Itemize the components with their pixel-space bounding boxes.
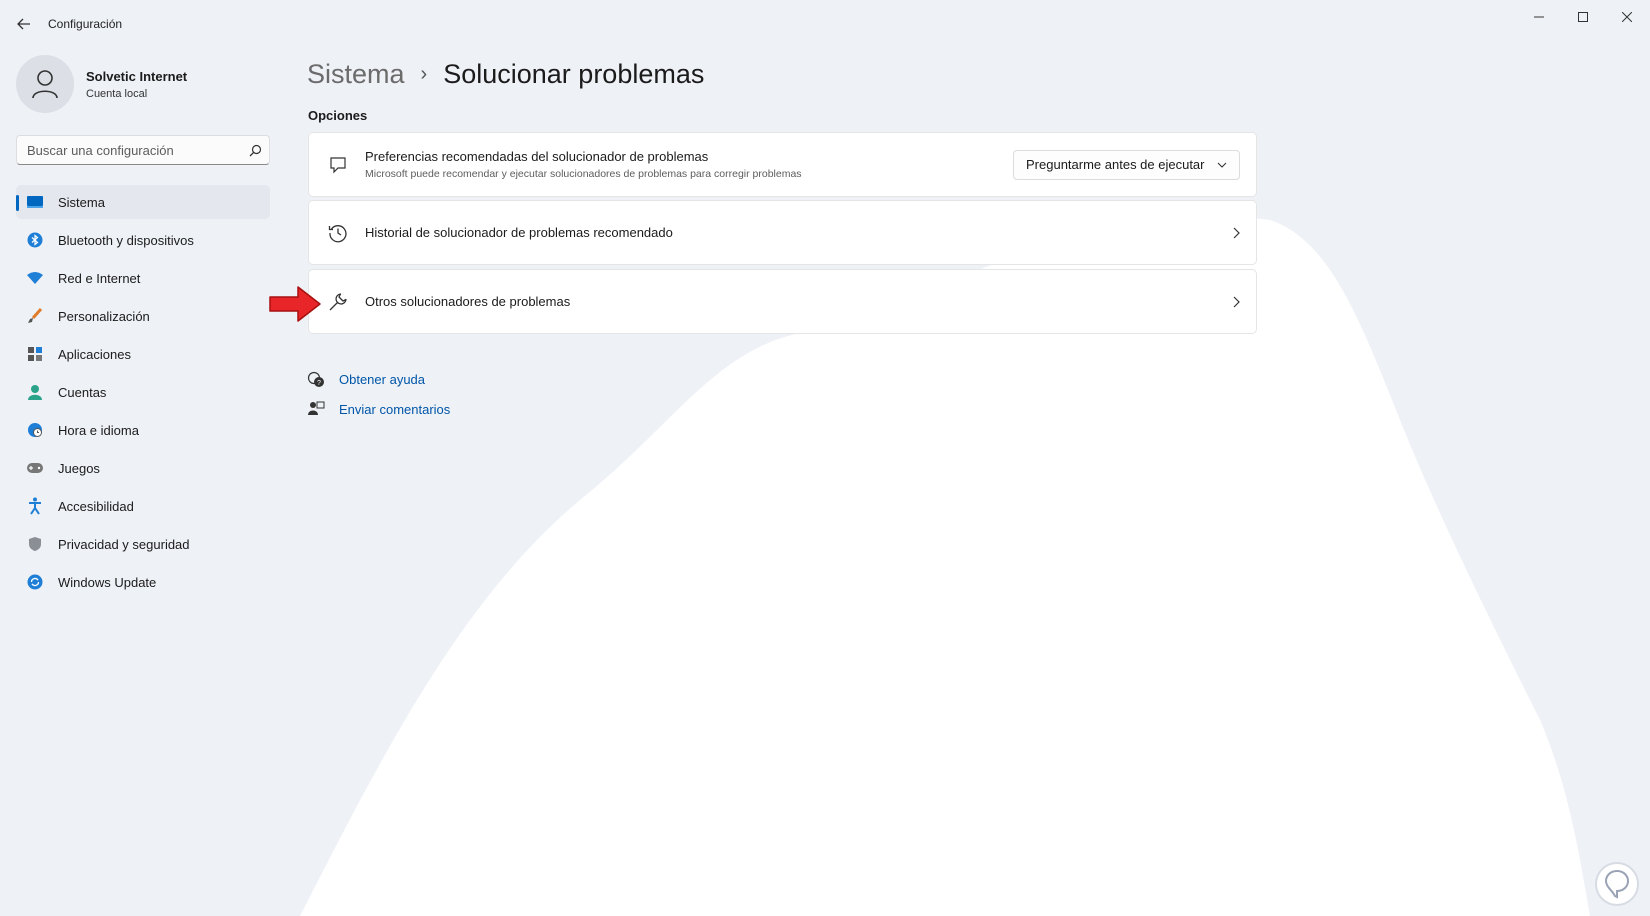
watermark-logo [1595, 862, 1639, 906]
accessibility-icon [26, 497, 44, 515]
maximize-icon [1578, 12, 1588, 22]
sidebar-item-red[interactable]: Red e Internet [16, 261, 270, 295]
card-description: Microsoft puede recomendar y ejecutar so… [365, 168, 802, 180]
globe-clock-icon [26, 421, 44, 439]
sidebar-item-label: Hora e idioma [58, 422, 139, 438]
shield-icon [26, 535, 44, 553]
send-feedback-link[interactable]: Enviar comentarios [307, 394, 450, 424]
sidebar-item-label: Sistema [58, 194, 105, 210]
chevron-right-icon [1216, 227, 1256, 239]
sidebar-item-juegos[interactable]: Juegos [16, 451, 270, 485]
apps-icon [26, 345, 44, 363]
card-title: Otros solucionadores de problemas [365, 294, 571, 309]
avatar [16, 55, 74, 113]
sidebar-item-cuentas[interactable]: Cuentas [16, 375, 270, 409]
sidebar-item-accesibilidad[interactable]: Accesibilidad [16, 489, 270, 523]
breadcrumb: Sistema › Solucionar problemas [307, 54, 704, 94]
feedback-icon [307, 400, 329, 418]
card-title: Historial de solucionador de problemas r… [365, 225, 673, 240]
update-icon [26, 573, 44, 591]
minimize-icon [1534, 16, 1544, 18]
get-help-label[interactable]: Obtener ayuda [339, 372, 425, 387]
history-icon [313, 223, 363, 243]
accounts-icon [26, 383, 44, 401]
troubleshooter-preference-dropdown[interactable]: Preguntarme antes de ejecutar [1013, 149, 1240, 180]
gamepad-icon [26, 459, 44, 477]
back-button[interactable] [12, 12, 36, 36]
system-icon [26, 193, 44, 211]
sidebar-item-label: Cuentas [58, 384, 107, 400]
get-help-link[interactable]: ? Obtener ayuda [307, 364, 450, 394]
sidebar-item-label: Accesibilidad [58, 498, 134, 514]
close-icon [1622, 12, 1632, 22]
card-other-troubleshooters[interactable]: Otros solucionadores de problemas [308, 269, 1257, 334]
sidebar-item-aplicaciones[interactable]: Aplicaciones [16, 337, 270, 371]
page-title: Solucionar problemas [443, 58, 705, 89]
chat-bubble-icon [313, 156, 363, 174]
breadcrumb-parent[interactable]: Sistema [307, 59, 405, 90]
sidebar-item-bluetooth[interactable]: Bluetooth y dispositivos [16, 223, 270, 257]
sidebar-item-windows-update[interactable]: Windows Update [16, 565, 270, 599]
user-profile[interactable]: Solvetic Internet Cuenta local [16, 55, 187, 113]
send-feedback-label[interactable]: Enviar comentarios [339, 402, 450, 417]
help-icon: ? [307, 370, 329, 388]
title-bar: Configuración [0, 0, 1650, 48]
search-icon[interactable] [241, 144, 269, 157]
profile-name: Solvetic Internet [86, 68, 188, 84]
brush-icon [26, 307, 44, 325]
close-button[interactable] [1604, 0, 1650, 34]
help-links: ? Obtener ayuda Enviar comentarios [307, 364, 450, 424]
sidebar-item-personalizacion[interactable]: Personalización [16, 299, 270, 333]
card-troubleshooter-history[interactable]: Historial de solucionador de problemas r… [308, 200, 1257, 265]
search-input[interactable] [17, 142, 241, 158]
sidebar-item-label: Aplicaciones [58, 346, 131, 362]
sidebar-item-label: Privacidad y seguridad [58, 536, 190, 552]
chevron-down-icon [1217, 162, 1227, 168]
sidebar-item-privacidad[interactable]: Privacidad y seguridad [16, 527, 270, 561]
breadcrumb-separator: › [420, 62, 428, 85]
sidebar-item-label: Red e Internet [58, 270, 141, 286]
wifi-icon [26, 269, 44, 287]
card-title: Preferencias recomendadas del solucionad… [365, 149, 709, 164]
sidebar-item-label: Personalización [58, 308, 150, 324]
svg-text:?: ? [317, 380, 321, 387]
bluetooth-icon [26, 231, 44, 249]
back-arrow-icon [17, 18, 30, 30]
app-title: Configuración [48, 17, 123, 31]
minimize-button[interactable] [1516, 0, 1562, 34]
dropdown-value: Preguntarme antes de ejecutar [1026, 157, 1205, 172]
sidebar-nav: Sistema Bluetooth y dispositivos Red e I… [16, 185, 270, 603]
annotation-arrow-icon [269, 286, 321, 322]
section-label-opciones: Opciones [308, 108, 368, 123]
sidebar-item-label: Juegos [58, 460, 100, 476]
profile-subtitle: Cuenta local [86, 87, 148, 100]
maximize-button[interactable] [1560, 0, 1606, 34]
sidebar-item-label: Windows Update [58, 574, 157, 590]
user-icon [32, 70, 58, 99]
sidebar-item-hora[interactable]: Hora e idioma [16, 413, 270, 447]
sidebar-item-label: Bluetooth y dispositivos [58, 232, 194, 248]
sidebar-item-sistema[interactable]: Sistema [16, 185, 270, 219]
search-box[interactable] [16, 135, 270, 165]
card-troubleshooter-preferences: Preferencias recomendadas del solucionad… [308, 132, 1257, 197]
chevron-right-icon [1216, 296, 1256, 308]
